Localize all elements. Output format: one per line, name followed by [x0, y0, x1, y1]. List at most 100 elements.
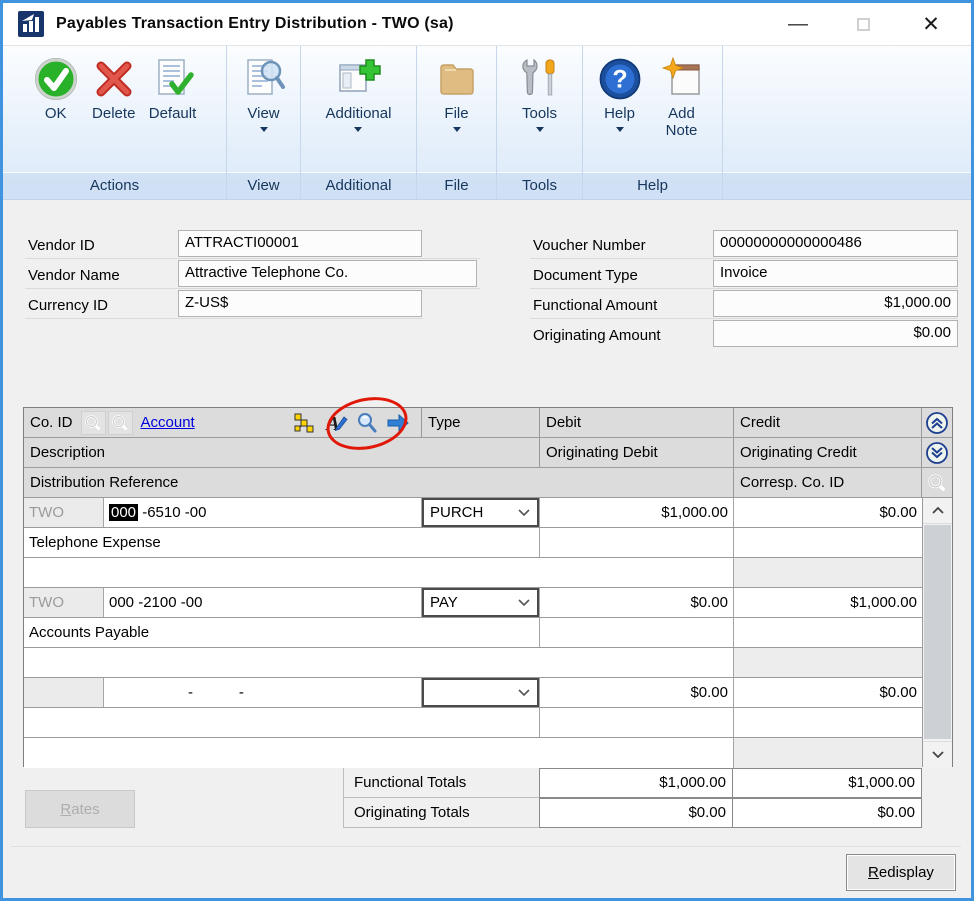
- account-cell[interactable]: - -: [104, 678, 422, 707]
- view-dropdown-arrow-icon: [260, 127, 268, 132]
- default-button[interactable]: Default: [145, 54, 201, 125]
- distribution-row: TWO 000 -6510 -00 PURCH $1,000.00 $0.00: [24, 498, 952, 528]
- document-magnifier-icon: [241, 56, 287, 102]
- distribution-reference-cell[interactable]: [24, 738, 734, 768]
- document-type-field[interactable]: Invoice: [713, 260, 958, 287]
- grid-header-row-3: Distribution Reference Corresp. Co. ID: [24, 468, 952, 498]
- account-cell[interactable]: 000 -2100 -00: [104, 588, 422, 617]
- distribution-description-row: [24, 708, 952, 738]
- redisplay-button[interactable]: Redisplay: [846, 854, 956, 891]
- originating-credit-cell: [734, 618, 922, 647]
- voucher-number-label: Voucher Number: [533, 237, 646, 254]
- grid-scrollbar[interactable]: [922, 498, 952, 767]
- tools-button[interactable]: Tools: [513, 54, 567, 134]
- distribution-reference-row: [24, 648, 952, 678]
- originating-credit-cell: [734, 528, 922, 557]
- close-button[interactable]: ✕: [908, 3, 954, 45]
- description-cell[interactable]: Telephone Expense: [24, 528, 540, 557]
- scroll-up-button[interactable]: [923, 498, 952, 524]
- help-button[interactable]: ? Help: [593, 54, 647, 134]
- debit-cell[interactable]: $0.00: [540, 588, 734, 617]
- credit-header: Credit: [734, 408, 922, 437]
- scroll-down-button[interactable]: [923, 741, 952, 767]
- vendor-name-field[interactable]: Attractive Telephone Co.: [178, 260, 477, 287]
- grid-header-row-1: Co. ID Account: [24, 408, 952, 438]
- type-cell: PAY: [422, 588, 540, 617]
- originating-credit-header: Originating Credit: [734, 438, 922, 467]
- co-id-lookup-button[interactable]: [81, 411, 106, 435]
- debit-cell[interactable]: $0.00: [540, 678, 734, 707]
- originating-debit-cell: [540, 708, 734, 737]
- description-header: Description: [24, 438, 540, 467]
- co-id-cell: TWO: [24, 588, 104, 617]
- originating-debit-cell: [540, 528, 734, 557]
- file-dropdown-arrow-icon: [453, 127, 461, 132]
- help-label: Help: [604, 106, 635, 123]
- collapse-rows-button[interactable]: [924, 410, 950, 436]
- co-id-lookup-button-2[interactable]: [108, 411, 133, 435]
- file-button[interactable]: File: [430, 54, 484, 134]
- distribution-reference-cell[interactable]: [24, 558, 734, 587]
- collapse-rows-cell: [922, 408, 952, 437]
- scrollbar-thumb[interactable]: [924, 525, 951, 739]
- maximize-button[interactable]: [843, 3, 883, 45]
- minimize-button[interactable]: —: [778, 3, 818, 45]
- credit-cell[interactable]: $1,000.00: [734, 588, 922, 617]
- minimize-icon: —: [788, 13, 808, 36]
- group-caption-actions: Actions: [3, 172, 226, 199]
- note-star-icon: [659, 56, 705, 102]
- account-segment-selected[interactable]: 000: [109, 504, 138, 521]
- chevron-up-icon: [931, 506, 945, 515]
- delete-button[interactable]: Delete: [87, 54, 141, 125]
- originating-credit-cell: [734, 708, 922, 737]
- svg-text:?: ?: [612, 66, 627, 94]
- distribution-reference-row: [24, 558, 952, 588]
- vendor-id-field[interactable]: ATTRACTI00001: [178, 230, 422, 257]
- tools-label: Tools: [522, 106, 557, 123]
- expand-rows-button[interactable]: [924, 440, 950, 466]
- account-cell[interactable]: 000 -6510 -00: [104, 498, 422, 527]
- distribution-grid: Co. ID Account: [23, 407, 953, 767]
- view-button[interactable]: View: [237, 54, 291, 134]
- currency-id-field[interactable]: Z-US$: [178, 290, 422, 317]
- description-cell[interactable]: [24, 708, 540, 737]
- distribution-reference-cell[interactable]: [24, 648, 734, 677]
- type-dropdown[interactable]: [422, 678, 539, 707]
- rates-button[interactable]: Rates: [25, 790, 135, 828]
- field-divider: [530, 258, 958, 259]
- toolbar-group-actions: OK Delete Default: [3, 46, 227, 199]
- additional-button[interactable]: Additional: [322, 54, 396, 134]
- ok-button[interactable]: OK: [29, 54, 83, 125]
- account-hierarchy-icon[interactable]: [293, 412, 315, 434]
- double-chevron-up-icon: [925, 411, 949, 435]
- rates-label: Rates: [60, 801, 99, 818]
- wrench-screwdriver-icon: [517, 56, 563, 102]
- tools-dropdown-arrow-icon: [536, 127, 544, 132]
- help-dropdown-arrow-icon: [616, 127, 624, 132]
- corresp-lookup-cell: [922, 468, 952, 497]
- account-link[interactable]: Account: [141, 414, 195, 431]
- account-segments[interactable]: -6510 -00: [138, 504, 206, 521]
- distribution-description-row: Accounts Payable: [24, 618, 952, 648]
- chevron-down-icon: [517, 688, 531, 698]
- originating-totals-row: Originating Totals $0.00 $0.00: [343, 798, 922, 828]
- type-dropdown[interactable]: PURCH: [422, 498, 539, 527]
- chevron-down-icon: [517, 508, 531, 518]
- currency-id-label: Currency ID: [28, 297, 108, 314]
- add-note-button[interactable]: Add Note: [651, 54, 713, 142]
- voucher-number-field[interactable]: 00000000000000486: [713, 230, 958, 257]
- corresp-co-id-cell: [734, 648, 922, 677]
- credit-cell[interactable]: $0.00: [734, 498, 922, 527]
- distribution-reference-header: Distribution Reference: [24, 468, 734, 497]
- toolbar-group-additional: Additional Additional: [301, 46, 417, 199]
- field-divider: [530, 318, 958, 319]
- credit-cell[interactable]: $0.00: [734, 678, 922, 707]
- functional-totals-row: Functional Totals $1,000.00 $1,000.00: [343, 768, 922, 798]
- field-divider: [25, 258, 480, 259]
- debit-cell[interactable]: $1,000.00: [540, 498, 734, 527]
- description-cell[interactable]: Accounts Payable: [24, 618, 540, 647]
- additional-label: Additional: [326, 106, 392, 123]
- title-bar: Payables Transaction Entry Distribution …: [3, 3, 971, 45]
- distribution-row: TWO 000 -2100 -00 PAY $0.00 $1,000.00: [24, 588, 952, 618]
- type-dropdown[interactable]: PAY: [422, 588, 539, 617]
